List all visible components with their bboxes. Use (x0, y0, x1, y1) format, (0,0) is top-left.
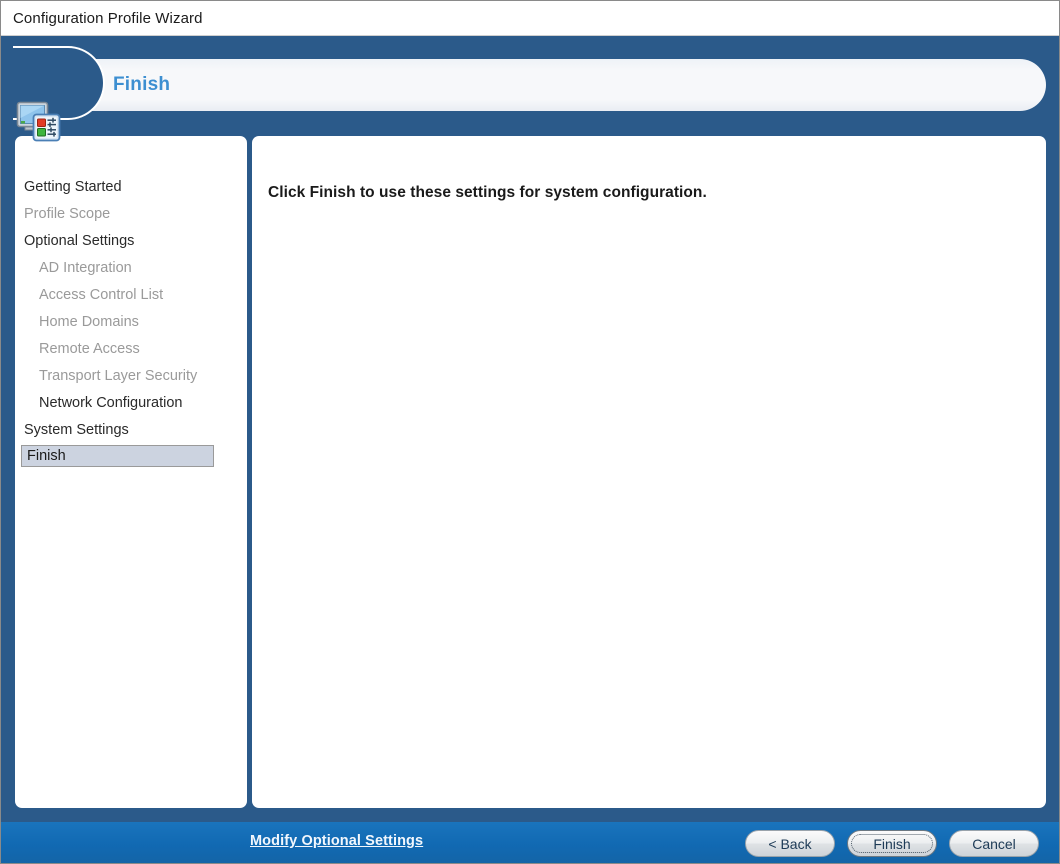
sidebar-item-label: Remote Access (39, 341, 140, 357)
sidebar-item-label: Access Control List (39, 287, 164, 303)
window-titlebar: Configuration Profile Wizard (1, 1, 1059, 36)
sidebar-item-remote-access[interactable]: Remote Access (15, 336, 247, 363)
modify-optional-settings-link[interactable]: Modify Optional Settings (250, 833, 423, 849)
header-icon-tab-mask (1, 42, 13, 126)
finish-button[interactable]: Finish (847, 830, 937, 857)
page-title: Finish (113, 74, 171, 95)
back-button[interactable]: < Back (745, 830, 835, 857)
sidebar-item-system-settings[interactable]: System Settings (15, 417, 247, 444)
cancel-button[interactable]: Cancel (949, 830, 1039, 857)
footer-button-row: < Back Finish Cancel (745, 830, 1039, 857)
sidebar-item-label: System Settings (24, 422, 129, 438)
sidebar-item-finish[interactable]: Finish (21, 445, 214, 467)
sidebar-item-network-configuration[interactable]: Network Configuration (15, 390, 247, 417)
sidebar-item-home-domains[interactable]: Home Domains (15, 309, 247, 336)
window-title: Configuration Profile Wizard (13, 9, 203, 27)
sidebar-item-label: Transport Layer Security (39, 368, 198, 384)
sidebar-item-label: Optional Settings (24, 233, 135, 249)
sidebar-item-getting-started[interactable]: Getting Started (15, 174, 247, 201)
wizard-steps-sidebar: Getting Started Profile Scope Optional S… (15, 136, 247, 808)
wizard-header: Finish (1, 36, 1059, 142)
system-configuration-icon (16, 101, 61, 142)
sidebar-item-label: Home Domains (39, 314, 139, 330)
sidebar-item-label: AD Integration (39, 260, 132, 276)
sidebar-item-optional-settings[interactable]: Optional Settings (15, 228, 247, 255)
sidebar-item-ad-integration[interactable]: AD Integration (15, 255, 247, 282)
wizard-footer: Modify Optional Settings < Back Finish C… (1, 822, 1059, 863)
sidebar-item-access-control-list[interactable]: Access Control List (15, 282, 247, 309)
wizard-surface: Finish Getting Started Profile Scope Opt… (1, 36, 1059, 863)
sidebar-item-label: Network Configuration (39, 395, 183, 411)
sidebar-item-profile-scope[interactable]: Profile Scope (15, 201, 247, 228)
sidebar-item-label: Finish (27, 448, 66, 464)
wizard-content-panel: Click Finish to use these settings for s… (252, 136, 1046, 808)
sidebar-item-transport-layer-security[interactable]: Transport Layer Security (15, 363, 247, 390)
sidebar-item-label: Getting Started (24, 179, 122, 195)
sidebar-item-label: Profile Scope (24, 206, 111, 222)
wizard-panels: Getting Started Profile Scope Optional S… (1, 136, 1059, 812)
content-heading: Click Finish to use these settings for s… (268, 184, 707, 201)
header-panel: Finish (41, 59, 1046, 111)
wizard-window: Configuration Profile Wizard Finish Gett… (0, 0, 1060, 864)
